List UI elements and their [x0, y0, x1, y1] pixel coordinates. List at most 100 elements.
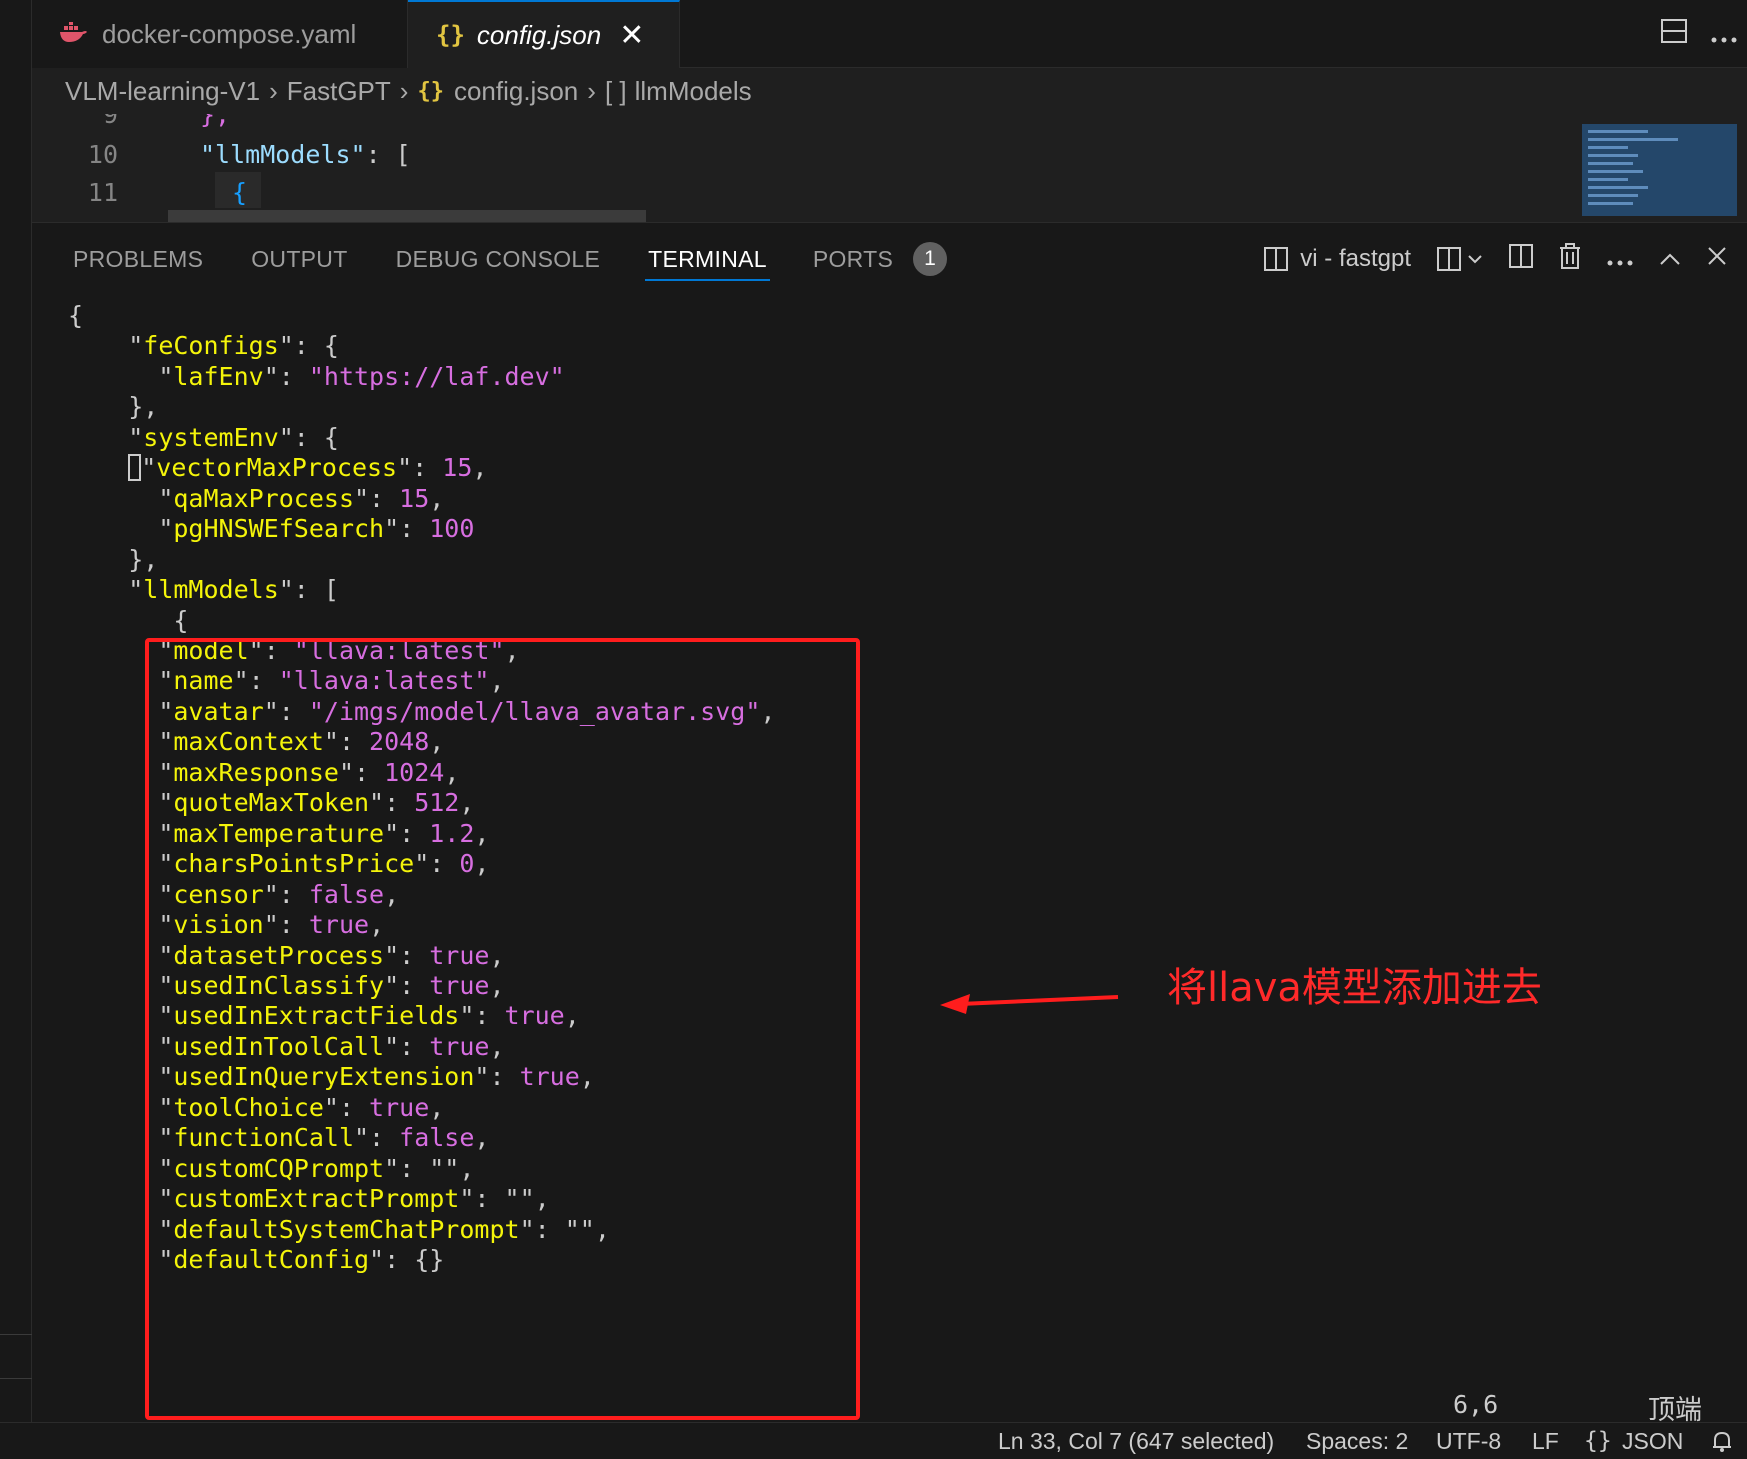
terminal-selector[interactable]: vi - fastgpt	[1264, 245, 1411, 273]
horizontal-scrollbar[interactable]	[168, 210, 646, 222]
chevron-right-icon: ›	[399, 75, 409, 106]
breadcrumb-item-workspace[interactable]: VLM-learning-V1	[65, 76, 260, 107]
close-icon[interactable]: ✕	[619, 18, 644, 53]
split-terminal-icon[interactable]	[1509, 243, 1533, 275]
breadcrumb-item-file[interactable]: config.json	[454, 76, 578, 107]
json-key: feConfigs	[143, 331, 279, 361]
toggle-panel-icon[interactable]	[1661, 18, 1687, 50]
json-value: "https://laf.dev"	[308, 361, 565, 391]
json-punct: ":	[354, 483, 400, 513]
breadcrumb-item-folder[interactable]: FastGPT	[287, 76, 391, 107]
json-punct: : [	[365, 140, 411, 169]
trash-icon[interactable]	[1559, 242, 1581, 276]
json-punct: "	[128, 422, 144, 452]
json-punct: ":	[263, 361, 309, 391]
editor-tab-bar: docker-compose.yaml {} config.json ✕	[32, 0, 1747, 68]
tab-label: docker-compose.yaml	[102, 18, 357, 49]
ports-count-badge: 1	[913, 242, 948, 276]
json-punct: ": {	[278, 422, 339, 452]
json-braces-icon: {}	[417, 78, 444, 104]
terminal-line: {	[68, 606, 775, 636]
terminal-line: {	[68, 301, 775, 331]
terminal-cursor	[128, 454, 142, 482]
json-value: 15	[399, 483, 430, 513]
status-eol[interactable]: LF	[1532, 1428, 1559, 1455]
close-panel-icon[interactable]	[1707, 245, 1727, 273]
code-line: "llmModels": [	[200, 140, 411, 169]
divider	[0, 1334, 32, 1335]
chevron-right-icon: ›	[587, 75, 596, 106]
json-punct: {	[173, 605, 189, 635]
terminal-line: "pgHNSWEfSearch": 100	[68, 514, 775, 544]
json-punct: ,	[429, 483, 445, 513]
panel-actions: vi - fastgpt	[1264, 223, 1727, 295]
status-encoding[interactable]: UTF-8	[1436, 1428, 1501, 1455]
json-punct: },	[128, 392, 159, 422]
json-key: "llmModels"	[200, 140, 366, 169]
more-actions-icon[interactable]	[1607, 245, 1633, 273]
json-punct: "	[141, 453, 157, 483]
terminal-split-icon	[1264, 247, 1289, 271]
json-punct: ":	[397, 453, 443, 483]
tab-label: config.json	[476, 19, 602, 50]
more-actions-icon[interactable]	[1711, 19, 1737, 50]
code-editor[interactable]: 9 }, 10 "llmModels": [ 11 {	[32, 114, 1747, 222]
status-indentation[interactable]: Spaces: 2	[1306, 1428, 1408, 1455]
activity-bar-edge	[0, 0, 32, 1422]
panel-tabs: PROBLEMS OUTPUT DEBUG CONSOLE TERMINAL P…	[32, 223, 948, 295]
tab-output[interactable]: OUTPUT	[251, 223, 347, 295]
annotation-text: 将llava模型添加进去	[1167, 965, 1542, 1011]
json-punct: ,	[472, 453, 488, 483]
json-value: 15	[442, 453, 473, 483]
json-punct: ": [	[278, 575, 339, 605]
json-punct: },	[128, 544, 159, 574]
annotation-arrow-icon	[940, 994, 1119, 1014]
tab-config-json[interactable]: {} config.json ✕	[408, 0, 680, 68]
status-bar: Ln 33, Col 7 (647 selected) Spaces: 2 UT…	[0, 1422, 1747, 1459]
breadcrumb: VLM-learning-V1 › FastGPT › {} config.js…	[32, 68, 1747, 114]
json-braces-icon: {}	[1584, 1428, 1612, 1454]
terminal-line: "feConfigs": {	[68, 331, 775, 361]
breadcrumb-item-symbol[interactable]: llmModels	[635, 76, 752, 107]
json-braces-icon: {}	[436, 21, 465, 49]
highlight-box	[145, 638, 860, 1420]
layout-icon	[1437, 247, 1461, 271]
terminal-line: "llmModels": [	[68, 575, 775, 605]
new-terminal-dropdown[interactable]	[1437, 247, 1483, 271]
line-number: 9	[102, 114, 118, 129]
json-punct: ":	[384, 514, 430, 544]
tab-terminal[interactable]: TERMINAL	[645, 223, 770, 295]
status-cursor-position[interactable]: Ln 33, Col 7 (647 selected)	[998, 1428, 1274, 1455]
json-key: vectorMaxProcess	[156, 453, 398, 483]
json-punct: "	[128, 575, 144, 605]
terminal-line: "vectorMaxProcess": 15,	[68, 453, 775, 483]
minimap[interactable]	[1582, 124, 1737, 216]
tab-label: PORTS	[812, 245, 894, 272]
line-number: 11	[87, 178, 118, 207]
json-key: qaMaxProcess	[173, 483, 354, 513]
json-key: systemEnv	[143, 422, 279, 452]
tab-docker-compose[interactable]: docker-compose.yaml	[32, 0, 408, 68]
json-key: lafEnv	[173, 361, 264, 391]
maximize-panel-icon[interactable]	[1659, 245, 1681, 273]
tab-ports[interactable]: PORTS 1	[812, 223, 948, 295]
chevron-down-icon	[1468, 255, 1482, 264]
terminal-line: "lafEnv": "https://laf.dev"	[68, 362, 775, 392]
chevron-right-icon: ›	[269, 75, 278, 106]
array-brackets-icon: [ ]	[604, 75, 627, 106]
json-punct: {	[68, 301, 84, 330]
status-language[interactable]: JSON	[1622, 1428, 1683, 1455]
json-key: pgHNSWEfSearch	[173, 514, 385, 544]
terminal-name: vi - fastgpt	[1300, 245, 1411, 272]
terminal-line: "qaMaxProcess": 15,	[68, 484, 775, 514]
json-punct: "	[158, 483, 174, 513]
bell-icon[interactable]	[1710, 1429, 1734, 1459]
terminal-line: },	[68, 392, 775, 422]
tab-debug-console[interactable]: DEBUG CONSOLE	[396, 223, 601, 295]
docker-icon	[58, 22, 88, 46]
json-punct: "	[128, 331, 144, 361]
terminal-line: "systemEnv": {	[68, 423, 775, 453]
tab-problems[interactable]: PROBLEMS	[73, 223, 203, 295]
line-number: 10	[87, 140, 118, 169]
vi-cursor-position: 6,6	[1453, 1390, 1499, 1419]
